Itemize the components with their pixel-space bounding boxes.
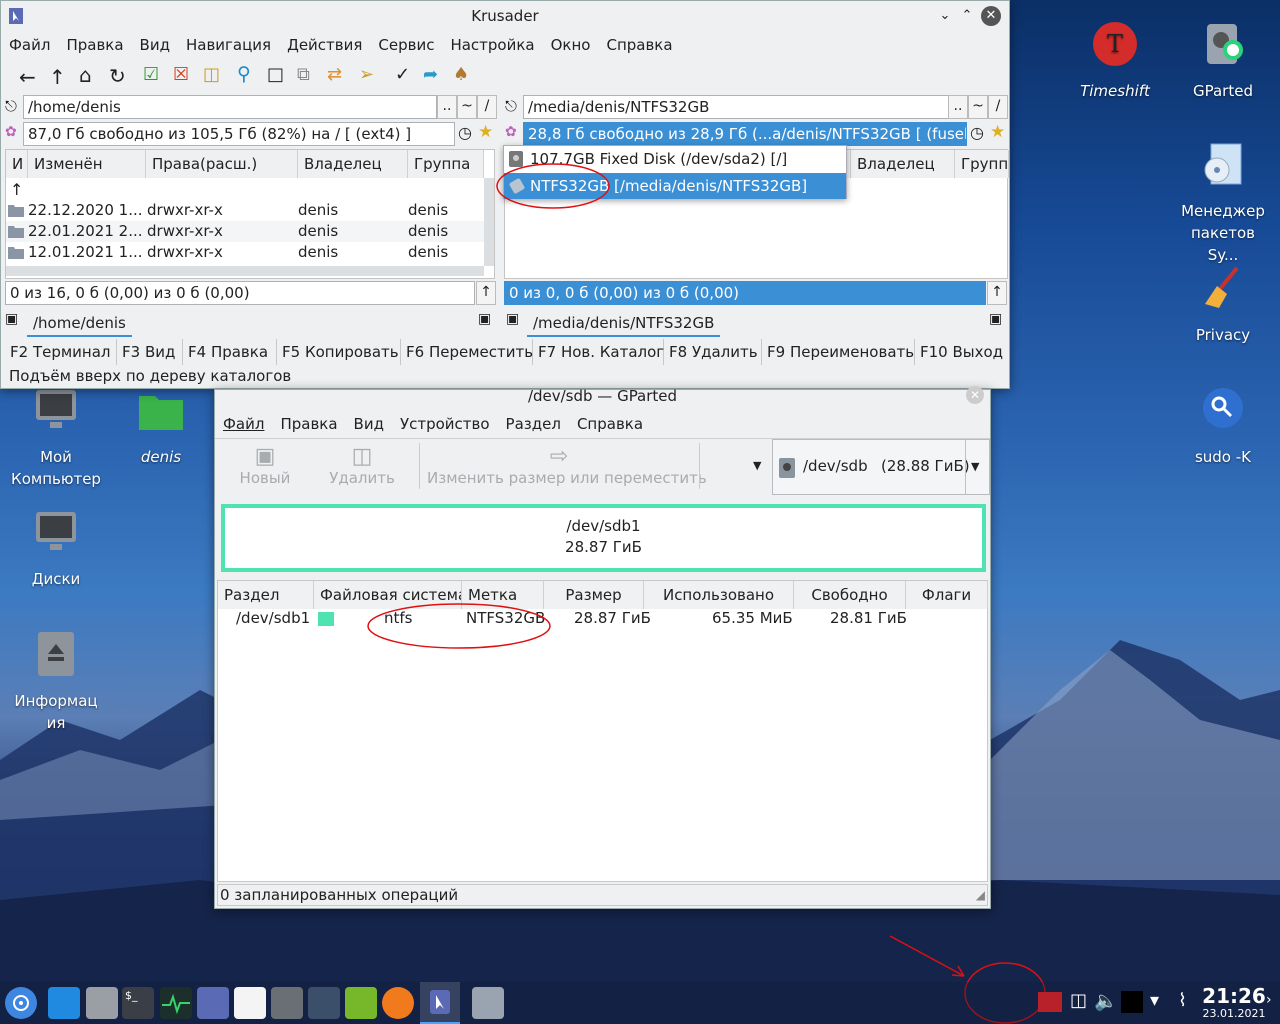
start-menu-button[interactable] <box>5 987 37 1019</box>
nvidia-icon[interactable] <box>345 987 377 1019</box>
tray-monitor-icon[interactable] <box>1038 992 1062 1012</box>
tray-black-icon[interactable] <box>1121 991 1143 1013</box>
calculator-icon[interactable] <box>271 987 303 1019</box>
system-monitor-icon[interactable] <box>160 987 192 1019</box>
clock-date: 23.01.2021 <box>1202 1007 1266 1020</box>
annotation-overlay <box>367 163 1046 1024</box>
annotation-arrow <box>889 935 965 977</box>
annotation-circle-dropdown <box>496 163 610 209</box>
clock-time: 21:26 <box>1202 984 1266 1008</box>
clipboard-icon[interactable]: ◫ <box>1070 990 1087 1011</box>
taskbar: $_ ◫ 🔈 ▾ ⌇ 21:26 23.01.2021 › <box>0 982 1280 1024</box>
terminal-icon[interactable]: $_ <box>122 987 154 1019</box>
clock[interactable]: 21:26 23.01.2021 <box>1198 984 1270 1020</box>
launcher-icon <box>13 995 29 1011</box>
volume-icon[interactable]: 🔈 <box>1094 989 1118 1012</box>
thermometer-icon[interactable] <box>86 987 118 1019</box>
show-desktop-chevron-icon[interactable]: › <box>1266 992 1272 1008</box>
text-editor-icon[interactable] <box>234 987 266 1019</box>
krusader-app-icon <box>430 990 450 1014</box>
screenshot-icon[interactable] <box>308 987 340 1019</box>
show-desktop-icon[interactable] <box>48 987 80 1019</box>
firefox-icon[interactable] <box>382 987 414 1019</box>
gparted-task-icon[interactable] <box>472 987 504 1019</box>
usb-tray-icon[interactable]: ⌇ <box>1178 990 1187 1011</box>
krusader-task-icon[interactable] <box>197 987 229 1019</box>
krusader-active-task[interactable] <box>420 982 460 1024</box>
monitor-wave <box>162 993 190 1015</box>
network-icon[interactable]: ▾ <box>1150 990 1159 1011</box>
annotation-circle-fs <box>367 603 551 649</box>
